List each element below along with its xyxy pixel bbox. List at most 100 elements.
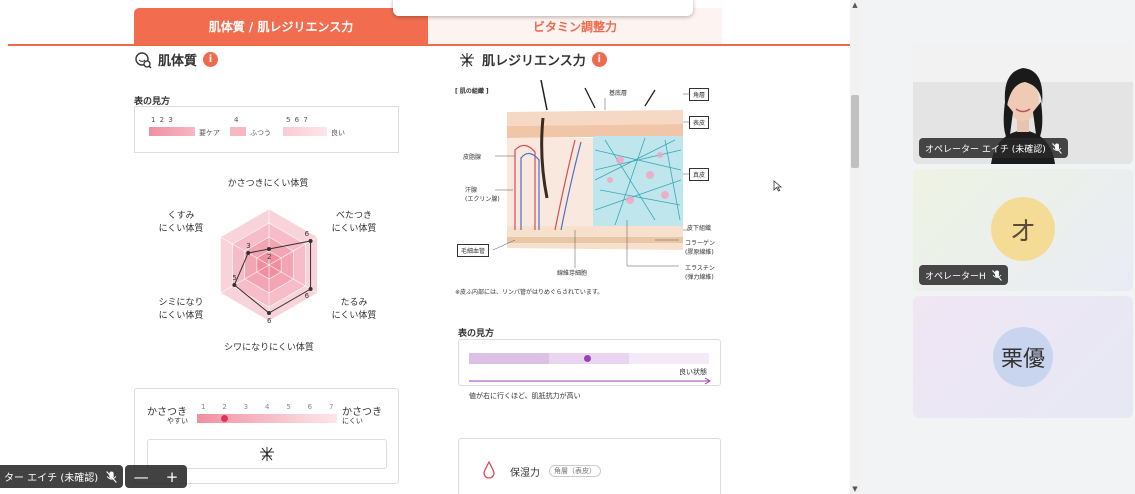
sparkle-icon (260, 447, 274, 461)
tab-underline (8, 44, 850, 46)
participant-name-tag: オペレーターH (919, 265, 1008, 285)
lymph-note: ※皮ふ内部には、リンパ管がはりめぐらされています。 (455, 289, 604, 296)
radar-data-point (246, 251, 251, 255)
sparkle-icon (460, 52, 474, 67)
label-subcutaneous: 皮下組織 (687, 225, 712, 232)
legend-group1-nums: 1 2 3 (151, 116, 174, 124)
zoom-controls: — + (125, 465, 187, 488)
legend-bar-normal (230, 127, 246, 136)
label-fibroblast: 線維芽細胞 (557, 270, 588, 277)
info-icon[interactable]: i (591, 52, 607, 67)
radar-data-point (308, 239, 313, 243)
self-view-name-tag: ター エイチ (未確認) (0, 465, 124, 488)
participant-tile-1[interactable]: オペレーター エイチ (未確認) (913, 42, 1133, 164)
label-capillary: 毛細血管 (457, 244, 490, 257)
resilience-title: 肌レジリエンス力 (482, 54, 586, 69)
info-icon[interactable]: i (203, 52, 219, 67)
legend-title-right: 表の見方 (458, 329, 495, 339)
participant-name: オペレーターH (925, 271, 986, 282)
radar-value-label: 5 (232, 274, 236, 282)
participant-avatar: 栗優 (993, 327, 1053, 387)
legend-box-left: 1 2 3 要ケア 4 ふつう 5 6 7 良い (134, 106, 399, 153)
skin-type-heading: 肌体質 i (134, 50, 219, 69)
scale-number: 1 (201, 403, 206, 411)
scroll-up-icon[interactable]: ▲ (851, 1, 859, 9)
scale-bar (197, 414, 337, 423)
good-state-label: 良い状態 (679, 368, 707, 376)
skin-type-title: 肌体質 (158, 54, 198, 69)
zoom-in-button[interactable]: + (166, 468, 179, 486)
scroll-down-icon[interactable]: ▼ (851, 485, 859, 493)
scale-number: 3 (243, 403, 249, 411)
water-drop-icon (483, 461, 495, 479)
radar-label-top: かさつきにくい体質 (227, 179, 309, 189)
mouse-cursor-icon (773, 180, 783, 192)
scale-number: 4 (265, 403, 270, 411)
legend-group1-label: 要ケア (199, 129, 220, 137)
scale-right-sub: にくい (342, 417, 363, 425)
label-epidermis: 表皮 (689, 116, 710, 129)
legend-description: 値が右に行くほど、肌抵抗力が高い (469, 392, 581, 400)
legend-group3-nums: 5 6 7 (286, 116, 309, 124)
radar-value-label: 3 (246, 242, 250, 250)
tab-skin-type[interactable]: 肌体質 / 肌レジリエンス力 (134, 8, 428, 45)
label-elastin-sub: (弾力線維) (685, 274, 714, 281)
participant-tile-3[interactable]: 栗優 (913, 296, 1133, 418)
label-collagen-sub: (膠原線維) (685, 249, 714, 256)
radar-label-lower-left: シミになり にくい体質 (158, 298, 204, 321)
label-elastin: エラスチン (685, 265, 715, 272)
participant-name: オペレーター エイチ (未確認) (925, 144, 1046, 155)
legend-group2-nums: 4 (234, 116, 239, 124)
label-sweat-gland: 汗腺 (465, 187, 478, 194)
legend-group2-label: ふつう (250, 129, 271, 137)
radar-data-point (267, 247, 271, 251)
label-sebaceous-gland: 皮脂腺 (463, 154, 482, 161)
radar-label-upper-right: べたつき にくい体質 (331, 211, 377, 234)
radar-value-label: 6 (305, 230, 310, 238)
resilience-marker (583, 355, 591, 362)
legend-bar-good (283, 127, 327, 136)
radar-chart: 2 6 6 6 5 3 (220, 208, 318, 325)
scale-number: 6 (307, 403, 313, 411)
legend-box-right: 良い状態 (458, 339, 721, 386)
radar-label-bottom: シワになりにくい体質 (224, 343, 314, 353)
radar-data-point (308, 287, 313, 291)
legend-bar-care (149, 127, 195, 136)
skin-tissue-diagram: [ 肌の組織 ] 基底層 角層 表皮 真皮 皮下組織 皮脂腺 汗腺 (エクリン腺… (455, 80, 725, 300)
self-view-name: ター エイチ (未確認) (4, 473, 99, 484)
meeting-stage: 肌体質 / 肌レジリエンス力 ビタミン調整力 肌体質 i 表の見方 1 2 3 … (0, 0, 1135, 494)
moisture-tag: 角層（表皮） (549, 465, 601, 477)
moisture-card: 保湿力 角層（表皮） (458, 438, 721, 494)
scale-left-sub: やすい (167, 417, 188, 425)
zoom-out-button[interactable]: — (134, 468, 149, 486)
shared-screen-scrollbar[interactable]: ▲ ▼ (850, 0, 860, 494)
mic-off-icon[interactable] (106, 470, 117, 483)
moisture-label: 保湿力 (510, 468, 540, 479)
shared-screen: 肌体質 / 肌レジリエンス力 ビタミン調整力 肌体質 i 表の見方 1 2 3 … (0, 0, 850, 494)
label-dermis: 真皮 (689, 168, 710, 181)
radar-label-upper-left: くすみ にくい体質 (158, 211, 204, 234)
radar-label-lower-right: たるみ にくい体質 (331, 298, 377, 321)
radar-data-point (267, 311, 271, 315)
skin-cross-section (492, 80, 690, 268)
face-search-icon (135, 51, 152, 68)
arrow-right-icon (469, 377, 711, 385)
scale-number: 7 (329, 403, 334, 411)
mic-off-icon (991, 269, 1002, 281)
radar-value-label: 6 (267, 317, 272, 325)
scale-number: 2 (222, 403, 227, 411)
label-stratum-corneum: 角層 (689, 88, 710, 101)
scroll-thumb[interactable] (851, 95, 859, 168)
radar-data-point (232, 283, 237, 287)
participant-tile-2[interactable]: オ オペレーターH (913, 169, 1133, 291)
diagram-heading: [ 肌の組織 ] (455, 88, 489, 95)
overlay-popup (393, 0, 693, 16)
radar-value-label: 2 (267, 253, 271, 261)
legend-group3-label: 良い (331, 129, 345, 137)
mic-off-icon (1051, 142, 1062, 154)
resilience-heading: 肌レジリエンス力 i (458, 50, 607, 69)
label-basal-layer: 基底層 (609, 90, 628, 97)
scale-number: 5 (286, 403, 291, 411)
label-collagen: コラーゲン (685, 240, 716, 247)
radar-value-label: 6 (305, 292, 310, 300)
